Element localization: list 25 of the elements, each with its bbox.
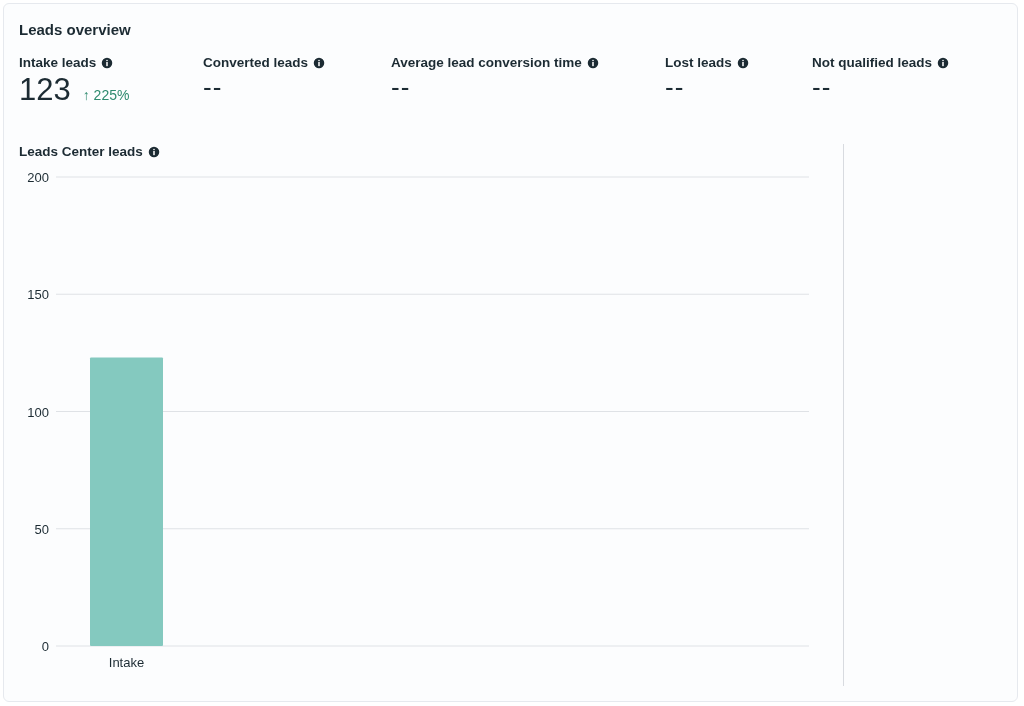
axis-tick-label: 50: [34, 521, 49, 537]
info-icon[interactable]: [147, 145, 160, 158]
info-icon[interactable]: [736, 56, 749, 69]
card-title: Leads overview: [19, 21, 132, 38]
metric-label: Intake leads: [19, 55, 97, 70]
metric-value: --: [665, 72, 685, 103]
metric-label: Converted leads: [203, 55, 309, 70]
axis-tick-label: 0: [41, 639, 49, 654]
change-percentage: ↑ 225%: [82, 87, 130, 103]
info-icon[interactable]: [586, 56, 599, 69]
axis-tick-label: 150: [27, 287, 49, 303]
info-icon[interactable]: [937, 56, 950, 69]
metric-value: --: [203, 72, 223, 103]
axis-tick-label: 100: [27, 404, 49, 420]
metric-value: --: [391, 72, 411, 103]
info-icon[interactable]: [101, 56, 114, 69]
metric-label: Lost leads: [665, 55, 732, 70]
chart-title: Leads Center leads: [19, 144, 143, 159]
metric-value: --: [812, 72, 832, 103]
metric-label: Average lead conversion time: [391, 55, 582, 70]
metric-value: 123: [19, 72, 71, 108]
axis-tick-label: 200: [27, 170, 49, 185]
info-icon[interactable]: [313, 56, 326, 69]
metric-label: Not qualified leads: [812, 55, 933, 70]
category-label: Intake: [108, 655, 145, 670]
